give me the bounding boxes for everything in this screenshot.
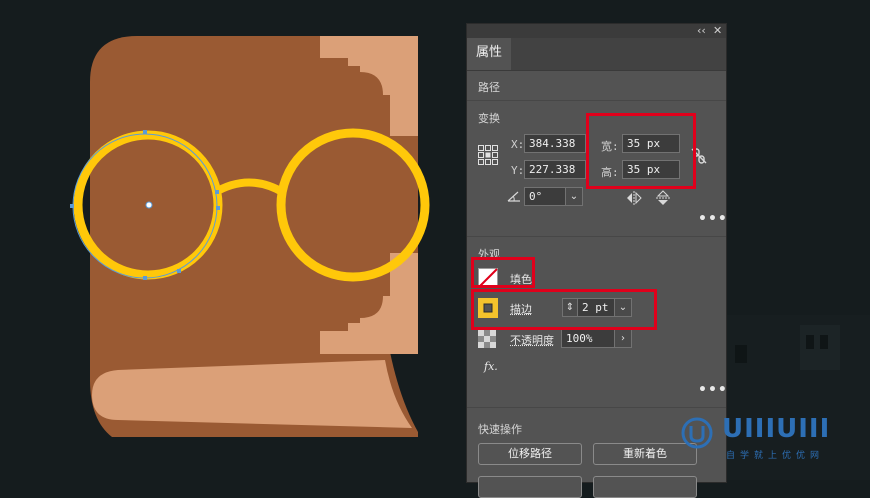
chevron-right-icon[interactable]: › (614, 329, 632, 348)
watermark-logo-icon (681, 417, 713, 449)
anchor-point[interactable] (216, 206, 220, 210)
book-pages (92, 360, 412, 428)
appearance-more-options-icon[interactable]: ••• (698, 382, 728, 398)
panel-titlebar: ‹‹ ✕ (467, 24, 726, 38)
anchor-point[interactable] (177, 269, 181, 273)
book-illustration[interactable] (90, 36, 418, 437)
chevron-down-icon[interactable]: ⌄ (565, 187, 583, 206)
flip-horizontal-icon[interactable] (626, 191, 642, 205)
offset-path-button[interactable]: 位移路径 (478, 443, 582, 465)
transform-section-title: 变换 (478, 112, 500, 125)
rotate-angle-field[interactable]: 0° (524, 187, 566, 206)
annotation-box-size (586, 113, 696, 189)
close-icon[interactable]: ✕ (713, 24, 722, 38)
panel-tabbar: 属性 (467, 38, 726, 71)
anchor-point[interactable] (70, 204, 74, 208)
x-label: X: (511, 138, 525, 151)
watermark-logo-text: UIIIUIII (722, 414, 831, 444)
rotate-angle-icon (507, 191, 520, 202)
quick-action-button[interactable] (478, 476, 582, 498)
transform-more-options-icon[interactable]: ••• (698, 211, 728, 227)
object-type-label: 路径 (478, 81, 500, 94)
center-point (145, 201, 153, 209)
opacity-label[interactable]: 不透明度 (510, 332, 554, 348)
quick-actions-title: 快速操作 (478, 423, 522, 436)
collapse-icon[interactable]: ‹‹ (697, 24, 706, 38)
opacity-field[interactable]: 100% (561, 329, 615, 348)
y-field[interactable]: 227.338 (524, 160, 586, 179)
annotation-box-stroke (471, 289, 657, 330)
flip-vertical-icon[interactable] (656, 190, 670, 206)
watermark-slogan: 自学就上优优网 (726, 451, 825, 461)
anchor-point[interactable] (215, 190, 219, 194)
properties-panel: ‹‹ ✕ 属性 路径 变换 X: 384.338 Y: 227.338 宽: 3… (466, 23, 728, 498)
quick-action-button[interactable] (593, 476, 697, 498)
anchor-point[interactable] (143, 276, 147, 280)
tab-properties[interactable]: 属性 (467, 38, 511, 70)
y-label: Y: (511, 164, 525, 177)
opacity-checker-icon (478, 330, 496, 348)
x-field[interactable]: 384.338 (524, 134, 586, 153)
reference-point-icon[interactable] (478, 145, 498, 165)
canvas-artwork (70, 36, 870, 480)
annotation-box-fill (471, 257, 535, 288)
anchor-point[interactable] (143, 130, 147, 134)
fx-effects-icon[interactable]: fx. (484, 360, 498, 373)
